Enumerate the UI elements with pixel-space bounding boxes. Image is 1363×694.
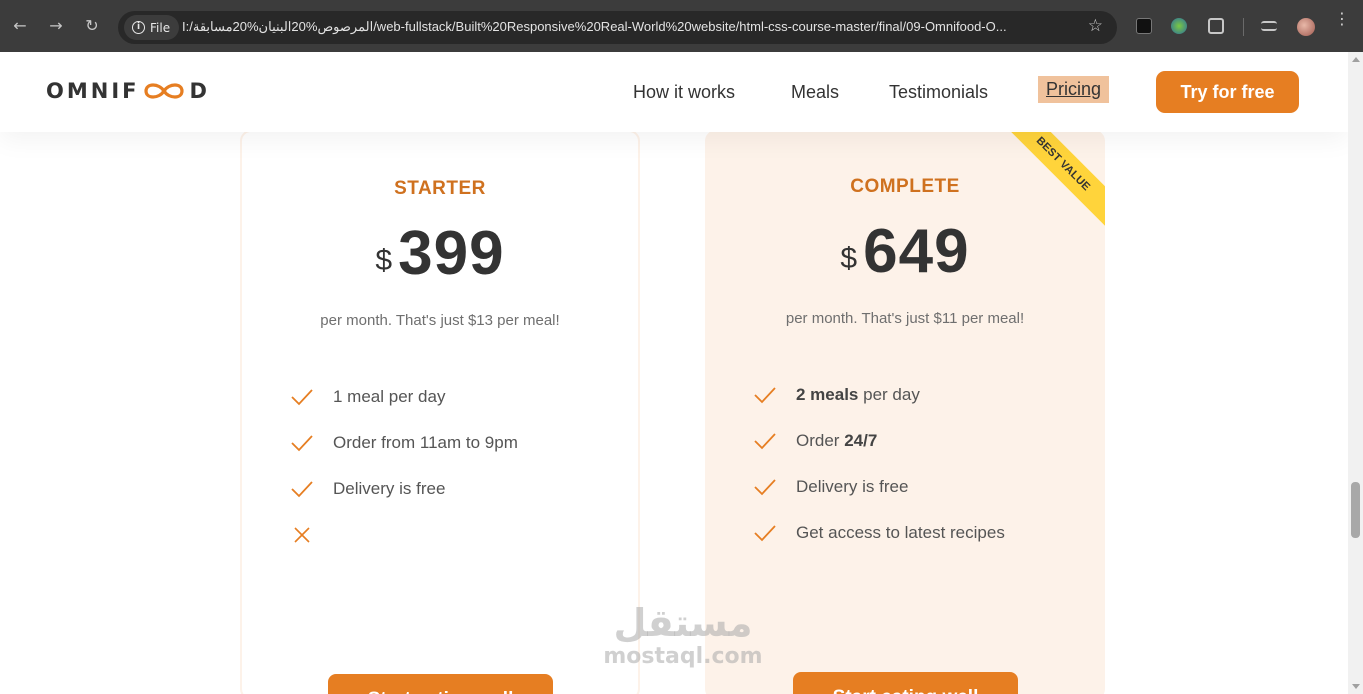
list-item (290, 512, 518, 558)
media-control-icon[interactable] (1261, 21, 1277, 31)
plan-name: COMPLETE (850, 176, 960, 197)
feature-text: 1 meal per day (333, 387, 446, 406)
nav-testimonials[interactable]: Testimonials (889, 82, 988, 103)
list-item: Order 24/7 (753, 418, 1005, 464)
price-subtitle: per month. That's just $11 per meal! (785, 310, 1025, 327)
extension-globe-icon[interactable] (1171, 18, 1187, 34)
checkmark-icon (754, 433, 776, 450)
currency-symbol: $ (840, 242, 858, 275)
list-item: Order from 11am to 9pm (290, 420, 518, 466)
browser-toolbar: ← → ↻ i File I:/المرصوص%20البنيان%20مساب… (0, 0, 1363, 52)
list-item: Delivery is free (290, 466, 518, 512)
mostaql-watermark: مستقل mostaql.com (598, 602, 768, 670)
scroll-up-icon[interactable] (1352, 57, 1360, 62)
checkmark-icon (291, 481, 313, 498)
extension-icon[interactable] (1136, 18, 1152, 34)
infinity-logo-icon (144, 83, 185, 99)
site-chip-label: File (150, 20, 171, 35)
feature-list: 1 meal per day Order from 11am to 9pm De… (290, 374, 518, 558)
feature-bold-text: 2 meals (796, 385, 859, 404)
feature-text: Get access to latest recipes (796, 523, 1005, 542)
logo-text-right: D (189, 79, 210, 103)
start-eating-well-button[interactable]: Start eating well (328, 674, 553, 694)
info-icon: i (132, 21, 145, 34)
forward-icon[interactable]: → (44, 14, 68, 38)
feature-text: per day (858, 385, 920, 404)
price-subtitle: per month. That's just $13 per meal! (320, 312, 560, 329)
checkmark-icon (291, 435, 313, 452)
list-item: 1 meal per day (290, 374, 518, 420)
feature-text: Delivery is free (333, 479, 446, 498)
nav-meals[interactable]: Meals (791, 82, 839, 103)
checkmark-icon (754, 479, 776, 496)
currency-symbol: $ (375, 244, 393, 277)
profile-avatar[interactable] (1297, 18, 1315, 36)
page-scrollbar[interactable] (1348, 52, 1363, 694)
plan-price: $399 (242, 218, 638, 289)
feature-text: Order (796, 431, 845, 450)
feature-bold-text: 24/7 (844, 431, 878, 450)
checkmark-icon (291, 389, 313, 406)
price-amount: 399 (398, 219, 505, 288)
bookmark-star-icon[interactable]: ☆ (1088, 16, 1103, 36)
nav-how-it-works[interactable]: How it works (633, 82, 735, 103)
address-bar[interactable]: i File I:/المرصوص%20البنيان%20مسابقة/web… (118, 11, 1117, 44)
page-viewport: OMNIF D How it works Meals Testimonials … (0, 52, 1348, 694)
close-icon (294, 527, 310, 543)
logo-text-left: OMNIF (46, 79, 140, 103)
feature-list: 2 meals per day Order 24/7 Delivery is f… (753, 372, 1005, 556)
watermark-arabic: مستقل (613, 601, 753, 645)
list-item: Get access to latest recipes (753, 510, 1005, 556)
feature-text: Order from 11am to 9pm (333, 433, 518, 452)
back-icon[interactable]: ← (8, 14, 32, 38)
checkmark-icon (754, 525, 776, 542)
reload-icon[interactable]: ↻ (80, 14, 104, 38)
plan-name: STARTER (394, 178, 486, 199)
url-text[interactable]: I:/المرصوص%20البنيان%20مسابقة/web-fullst… (182, 19, 1072, 35)
price-amount: 649 (863, 217, 970, 286)
extensions-puzzle-icon[interactable] (1208, 18, 1224, 34)
site-header: OMNIF D How it works Meals Testimonials … (0, 52, 1348, 132)
list-item: Delivery is free (753, 464, 1005, 510)
nav-pricing[interactable]: Pricing (1038, 76, 1110, 103)
toolbar-divider (1243, 18, 1244, 36)
omnifood-logo[interactable]: OMNIF D (46, 78, 210, 104)
checkmark-icon (754, 387, 776, 404)
feature-text: Delivery is free (796, 477, 909, 496)
scrollbar-thumb[interactable] (1351, 482, 1360, 538)
try-for-free-button[interactable]: Try for free (1156, 71, 1299, 113)
scroll-down-icon[interactable] (1352, 684, 1360, 689)
pricing-card-starter: STARTER $399 per month. That's just $13 … (240, 130, 640, 694)
list-item: 2 meals per day (753, 372, 1005, 418)
watermark-latin: mostaql.com (603, 644, 763, 669)
site-info-chip[interactable]: i File (124, 15, 180, 40)
start-eating-well-button[interactable]: Start eating well (793, 672, 1018, 694)
plan-price: $649 (705, 216, 1105, 287)
browser-menu-icon[interactable]: ⋮ (1334, 11, 1350, 27)
